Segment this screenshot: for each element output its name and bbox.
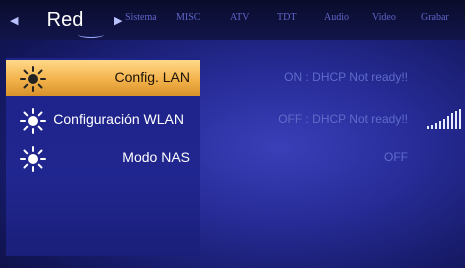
tab-sistema[interactable]: Sistema bbox=[125, 12, 157, 23]
config-lan-value: ON : DHCP Not ready!! bbox=[284, 70, 408, 84]
tab-grabar[interactable]: Grabar bbox=[421, 12, 449, 23]
tab-red[interactable]: Red bbox=[20, 4, 110, 38]
menu-item-config-lan[interactable]: Config. LAN bbox=[6, 60, 200, 96]
menu-item-configuracion-wlan[interactable]: Configuración WLAN bbox=[6, 102, 200, 138]
tab-tdt[interactable]: TDT bbox=[277, 12, 296, 23]
left-arrow-icon[interactable]: ◀ bbox=[10, 14, 18, 27]
menu-item-label: Configuración WLAN bbox=[53, 111, 184, 127]
sun-icon bbox=[20, 108, 46, 134]
sun-icon bbox=[20, 66, 46, 92]
menu-item-label: Config. LAN bbox=[114, 69, 190, 85]
tab-atv[interactable]: ATV bbox=[230, 12, 249, 23]
tab-video[interactable]: Video bbox=[372, 12, 396, 23]
menu-item-label: Modo NAS bbox=[122, 149, 190, 165]
menu-item-modo-nas[interactable]: Modo NAS bbox=[6, 140, 200, 176]
top-menu-bar: ◀ Red ▶ Sistema MISC ATV TDT Audio Video… bbox=[0, 0, 465, 40]
tab-audio[interactable]: Audio bbox=[324, 12, 349, 23]
configuracion-wlan-value: OFF : DHCP Not ready!! bbox=[278, 112, 408, 126]
tab-misc[interactable]: MISC bbox=[176, 12, 200, 23]
sun-icon bbox=[20, 146, 46, 172]
right-arrow-icon[interactable]: ▶ bbox=[114, 14, 122, 27]
modo-nas-value: OFF bbox=[384, 150, 408, 164]
active-tab-underline bbox=[78, 31, 104, 38]
tab-red-label: Red bbox=[46, 9, 84, 31]
tv-menu-screen: ◀ Red ▶ Sistema MISC ATV TDT Audio Video… bbox=[0, 0, 465, 268]
signal-strength-icon bbox=[427, 109, 461, 129]
